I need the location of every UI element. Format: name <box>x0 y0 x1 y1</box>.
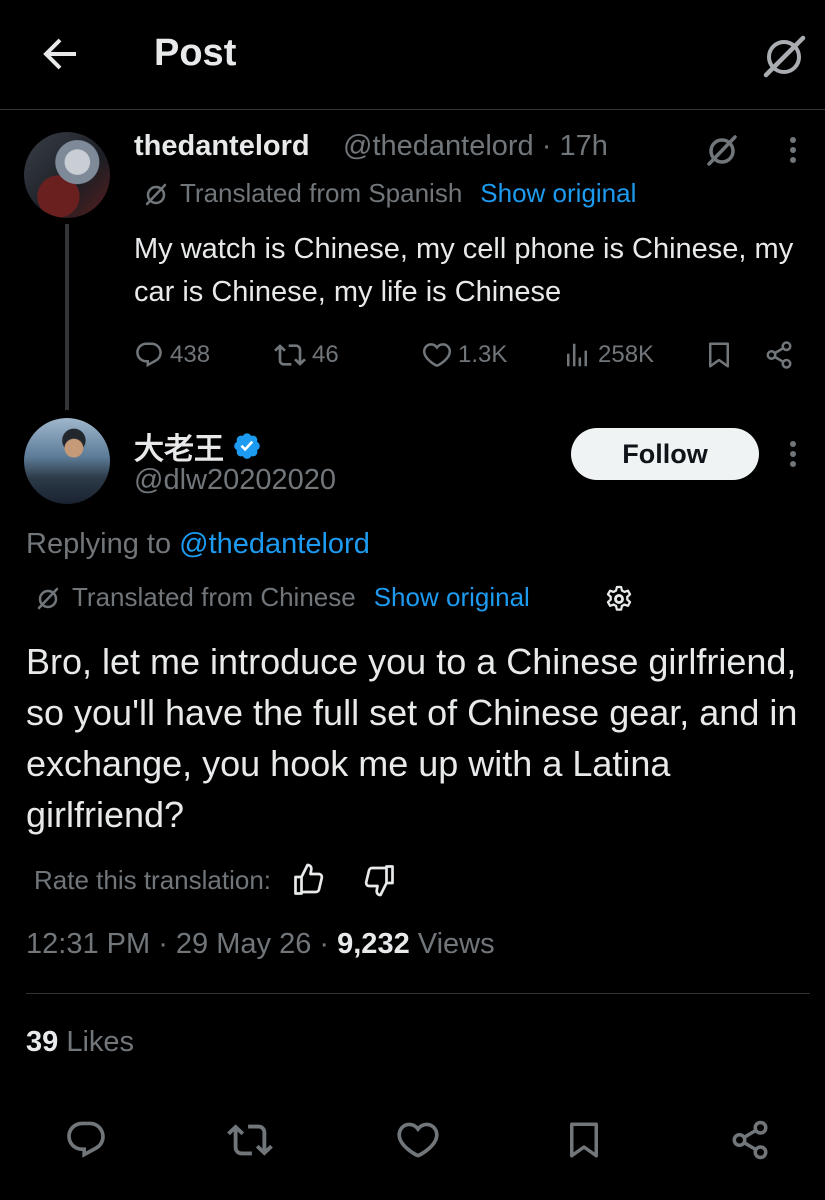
likes-count: 39 <box>26 1026 59 1058</box>
author-handle: @dlw20202020 <box>134 464 336 496</box>
author-name-row[interactable]: 大老王 <box>134 424 262 468</box>
repost-icon <box>274 344 306 366</box>
grok-icon <box>37 587 59 609</box>
gear-icon <box>606 585 632 611</box>
analytics-icon <box>567 343 587 367</box>
likes-label: Likes <box>66 1026 135 1058</box>
post-timestamp: 12:31 PM · 29 May 26 · 9,232 Views <box>26 928 495 960</box>
reply-count: 438 <box>170 341 211 368</box>
thread-connector <box>65 224 69 410</box>
replying-to-link[interactable]: @thedantelord <box>179 528 370 560</box>
more-vertical-icon <box>790 137 796 163</box>
tweet-text: My watch is Chinese, my cell phone is Ch… <box>134 233 794 308</box>
rate-translation: Rate this translation: <box>34 862 397 898</box>
bookmark-icon <box>709 342 729 368</box>
tweet-actions: 438 46 1.3K 258K <box>134 332 804 378</box>
heart-icon <box>422 343 452 367</box>
views-label: Views <box>417 928 495 960</box>
share-icon <box>766 341 792 369</box>
grok-icon <box>763 35 806 78</box>
bookmark-button[interactable] <box>554 1110 614 1170</box>
more-options-button[interactable] <box>778 132 808 168</box>
back-button[interactable] <box>36 30 84 78</box>
reply-button[interactable] <box>56 1110 116 1170</box>
reply-icon <box>67 1121 105 1158</box>
rate-label: Rate this translation: <box>34 864 272 895</box>
bookmark-button[interactable] <box>704 332 734 378</box>
show-original-link[interactable]: Show original <box>480 178 636 209</box>
translation-label: Translated from Spanish <box>180 178 463 208</box>
post-date: 29 May 26 <box>175 928 312 960</box>
heart-icon <box>397 1122 439 1158</box>
share-button[interactable] <box>720 1110 780 1170</box>
grok-button[interactable] <box>756 28 812 84</box>
repost-icon <box>227 1124 273 1156</box>
post-time: 12:31 PM <box>26 928 151 960</box>
author-handle-time: @thedantelord · 17h <box>343 130 608 162</box>
translation-label: Translated from Chinese <box>72 582 356 612</box>
more-vertical-icon <box>790 441 796 467</box>
views-count: 9,232 <box>337 928 410 960</box>
reply-button[interactable]: 438 <box>134 332 210 378</box>
translation-settings-button[interactable] <box>602 582 636 616</box>
arrow-left-icon <box>43 38 76 70</box>
thumbs-down-icon[interactable] <box>361 862 397 898</box>
avatar[interactable] <box>24 418 110 504</box>
replying-to: Replying to @thedantelord <box>26 528 370 561</box>
post-actions-bar <box>0 1110 825 1170</box>
divider <box>26 993 810 994</box>
show-original-link[interactable]: Show original <box>374 582 530 613</box>
tweet-text: Bro, let me introduce you to a Chinese g… <box>26 641 798 835</box>
views-count: 258K <box>598 341 655 368</box>
thumbs-up-icon[interactable] <box>291 862 327 898</box>
repost-button[interactable]: 46 <box>274 332 339 378</box>
translation-notice: Translated from Spanish Show original <box>142 178 636 209</box>
share-icon <box>732 1120 768 1160</box>
like-count: 1.3K <box>458 341 508 368</box>
author-name: 大老王 <box>134 433 224 466</box>
page-title: Post <box>154 32 237 74</box>
author-name[interactable]: thedantelord <box>134 130 310 163</box>
more-options-button[interactable] <box>778 436 808 472</box>
like-button[interactable] <box>388 1110 448 1170</box>
grok-button[interactable] <box>700 128 744 172</box>
repost-count: 46 <box>312 341 339 368</box>
grok-icon <box>707 135 737 166</box>
avatar[interactable] <box>24 132 110 218</box>
bookmark-icon <box>570 1122 598 1158</box>
top-bar: Post <box>0 0 825 110</box>
follow-button[interactable]: Follow <box>571 428 759 480</box>
replying-prefix: Replying to <box>26 528 180 560</box>
reply-icon <box>136 342 162 368</box>
likes-summary[interactable]: 39 Likes <box>26 1026 134 1059</box>
translation-notice: Translated from Chinese Show original <box>34 582 530 613</box>
repost-button[interactable] <box>220 1110 280 1170</box>
grok-icon <box>145 183 167 205</box>
share-button[interactable] <box>764 332 794 378</box>
like-button[interactable]: 1.3K <box>422 332 507 378</box>
views-button[interactable]: 258K <box>562 332 654 378</box>
verified-badge-icon <box>234 433 260 459</box>
